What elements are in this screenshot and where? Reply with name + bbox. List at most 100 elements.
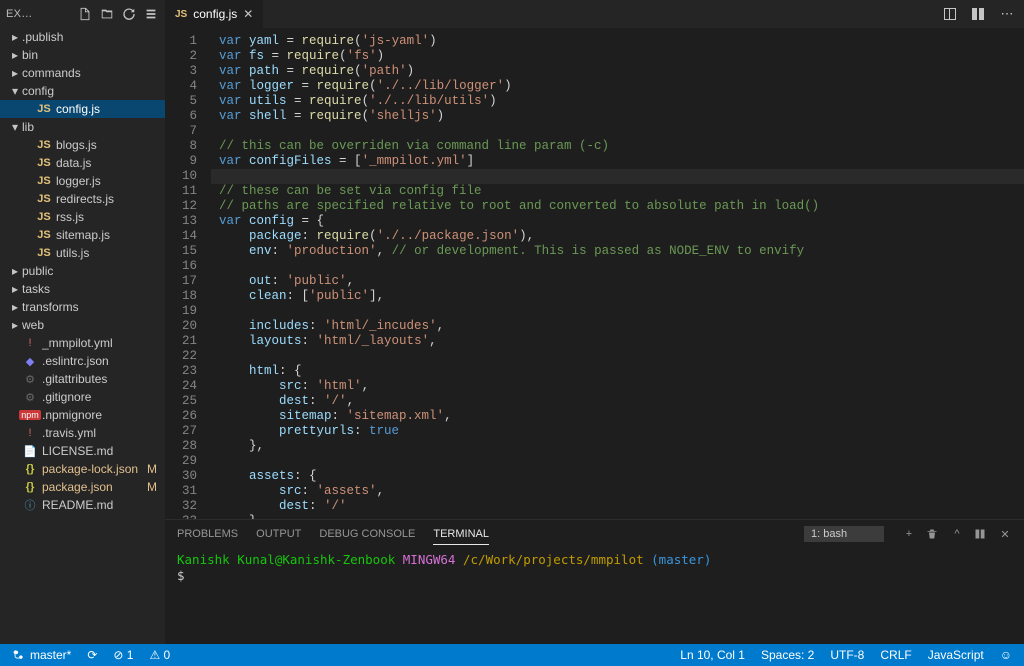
folder-bin[interactable]: ▸bin	[0, 46, 165, 64]
panel-tab-output[interactable]: OUTPUT	[256, 524, 301, 544]
code-line-1[interactable]: var yaml = require('js-yaml')	[211, 34, 1024, 49]
file-.gitignore[interactable]: ⚙.gitignore	[0, 388, 165, 406]
folder-.publish[interactable]: ▸.publish	[0, 28, 165, 46]
panel-tab-debug-console[interactable]: DEBUG CONSOLE	[319, 524, 415, 544]
code-line-2[interactable]: var fs = require('fs')	[211, 49, 1024, 64]
code-line-23[interactable]: html: {	[211, 364, 1024, 379]
file-data.js[interactable]: JSdata.js	[0, 154, 165, 172]
status-errors[interactable]: ⊘ 1	[109, 648, 137, 662]
folder-commands[interactable]: ▸commands	[0, 64, 165, 82]
code-line-32[interactable]: dest: '/'	[211, 499, 1024, 514]
file-.gitattributes[interactable]: ⚙.gitattributes	[0, 370, 165, 388]
status-eol[interactable]: CRLF	[876, 648, 915, 662]
code-line-6[interactable]: var shell = require('shelljs')	[211, 109, 1024, 124]
explorer-sidebar: EX… ▸.publish▸bin▸commands▾configJSconfi…	[0, 0, 165, 644]
collapse-icon[interactable]	[143, 6, 159, 22]
panel-tab-problems[interactable]: PROBLEMS	[177, 524, 238, 544]
code-content[interactable]: var yaml = require('js-yaml')var fs = re…	[211, 28, 1024, 519]
file-.npmignore[interactable]: npm.npmignore	[0, 406, 165, 424]
file-README.md[interactable]: ⓘREADME.md	[0, 496, 165, 514]
code-line-15[interactable]: env: 'production', // or development. Th…	[211, 244, 1024, 259]
file-blogs.js[interactable]: JSblogs.js	[0, 136, 165, 154]
code-line-19[interactable]	[211, 304, 1024, 319]
code-line-25[interactable]: dest: '/',	[211, 394, 1024, 409]
terminal-select[interactable]: 1: bash	[804, 526, 884, 542]
split-terminal-icon[interactable]	[974, 528, 988, 540]
status-bar: master* ⟳ ⊘ 1 ⚠ 0 Ln 10, Col 1 Spaces: 2…	[0, 644, 1024, 666]
code-line-13[interactable]: var config = {	[211, 214, 1024, 229]
code-line-28[interactable]: },	[211, 439, 1024, 454]
folder-lib[interactable]: ▾lib	[0, 118, 165, 136]
more-icon[interactable]: ⋯	[998, 6, 1016, 22]
status-language[interactable]: JavaScript	[924, 648, 988, 662]
code-line-9[interactable]: var configFiles = ['_mmpilot.yml']	[211, 154, 1024, 169]
line-gutter: 1234567891011121314151617181920212223242…	[165, 28, 211, 519]
code-line-5[interactable]: var utils = require('./../lib/utils')	[211, 94, 1024, 109]
js-icon: JS	[175, 9, 187, 20]
refresh-icon[interactable]	[121, 6, 137, 22]
file-.eslintrc.json[interactable]: ◆.eslintrc.json	[0, 352, 165, 370]
status-encoding[interactable]: UTF-8	[826, 648, 868, 662]
file-LICENSE.md[interactable]: 📄LICENSE.md	[0, 442, 165, 460]
status-position[interactable]: Ln 10, Col 1	[676, 648, 749, 662]
code-line-12[interactable]: // paths are specified relative to root …	[211, 199, 1024, 214]
file-utils.js[interactable]: JSutils.js	[0, 244, 165, 262]
code-line-24[interactable]: src: 'html',	[211, 379, 1024, 394]
new-terminal-icon[interactable]: +	[902, 528, 916, 540]
code-line-8[interactable]: // this can be overriden via command lin…	[211, 139, 1024, 154]
file-logger.js[interactable]: JSlogger.js	[0, 172, 165, 190]
maximize-panel-icon[interactable]: ^	[950, 528, 964, 540]
code-line-7[interactable]	[211, 124, 1024, 139]
status-warnings[interactable]: ⚠ 0	[145, 648, 174, 662]
close-icon[interactable]: ✕	[243, 7, 253, 21]
code-line-20[interactable]: includes: 'html/_incudes',	[211, 319, 1024, 334]
close-panel-icon[interactable]: ✕	[998, 528, 1012, 541]
code-line-27[interactable]: prettyurls: true	[211, 424, 1024, 439]
editor-area: JS config.js ✕ ⋯ 12345678910111213141516…	[165, 0, 1024, 644]
folder-tasks[interactable]: ▸tasks	[0, 280, 165, 298]
new-file-icon[interactable]	[77, 6, 93, 22]
bottom-panel: PROBLEMS OUTPUT DEBUG CONSOLE TERMINAL 1: b…	[165, 519, 1024, 644]
split-editor-icon[interactable]	[970, 6, 988, 22]
code-line-29[interactable]	[211, 454, 1024, 469]
status-spaces[interactable]: Spaces: 2	[757, 648, 818, 662]
terminal-body[interactable]: Kanishk Kunal@Kanishk-Zenbook MINGW64 /c…	[165, 548, 1024, 644]
code-line-16[interactable]	[211, 259, 1024, 274]
status-feedback-icon[interactable]: ☺	[996, 648, 1016, 662]
terminal-branch: (master)	[651, 552, 711, 567]
folder-public[interactable]: ▸public	[0, 262, 165, 280]
code-line-22[interactable]	[211, 349, 1024, 364]
code-line-26[interactable]: sitemap: 'sitemap.xml',	[211, 409, 1024, 424]
file-rss.js[interactable]: JSrss.js	[0, 208, 165, 226]
code-line-18[interactable]: clean: ['public'],	[211, 289, 1024, 304]
kill-terminal-icon[interactable]	[926, 528, 940, 540]
terminal-cursor-line: $	[177, 568, 1012, 584]
file-redirects.js[interactable]: JSredirects.js	[0, 190, 165, 208]
status-branch[interactable]: master*	[8, 648, 75, 662]
code-line-31[interactable]: src: 'assets',	[211, 484, 1024, 499]
file-config.js[interactable]: JSconfig.js	[0, 100, 165, 118]
code-line-14[interactable]: package: require('./../package.json'),	[211, 229, 1024, 244]
panel-tab-terminal[interactable]: TERMINAL	[433, 524, 489, 545]
file-sitemap.js[interactable]: JSsitemap.js	[0, 226, 165, 244]
folder-web[interactable]: ▸web	[0, 316, 165, 334]
folder-transforms[interactable]: ▸transforms	[0, 298, 165, 316]
code-line-4[interactable]: var logger = require('./../lib/logger')	[211, 79, 1024, 94]
file-_mmpilot.yml[interactable]: !_mmpilot.yml	[0, 334, 165, 352]
file-package.json[interactable]: {}package.jsonM	[0, 478, 165, 496]
code-line-10[interactable]	[211, 169, 1024, 184]
code-line-21[interactable]: layouts: 'html/_layouts',	[211, 334, 1024, 349]
code-line-3[interactable]: var path = require('path')	[211, 64, 1024, 79]
code-line-11[interactable]: // these can be set via config file	[211, 184, 1024, 199]
tab-config-js[interactable]: JS config.js ✕	[165, 0, 264, 28]
code-line-33[interactable]: },	[211, 514, 1024, 519]
file-package-lock.json[interactable]: {}package-lock.jsonM	[0, 460, 165, 478]
status-sync[interactable]: ⟳	[83, 648, 101, 662]
folder-config[interactable]: ▾config	[0, 82, 165, 100]
new-folder-icon[interactable]	[99, 6, 115, 22]
split-right-icon[interactable]	[942, 6, 960, 22]
code-line-30[interactable]: assets: {	[211, 469, 1024, 484]
file-.travis.yml[interactable]: !.travis.yml	[0, 424, 165, 442]
code-line-17[interactable]: out: 'public',	[211, 274, 1024, 289]
code-editor[interactable]: 1234567891011121314151617181920212223242…	[165, 28, 1024, 519]
